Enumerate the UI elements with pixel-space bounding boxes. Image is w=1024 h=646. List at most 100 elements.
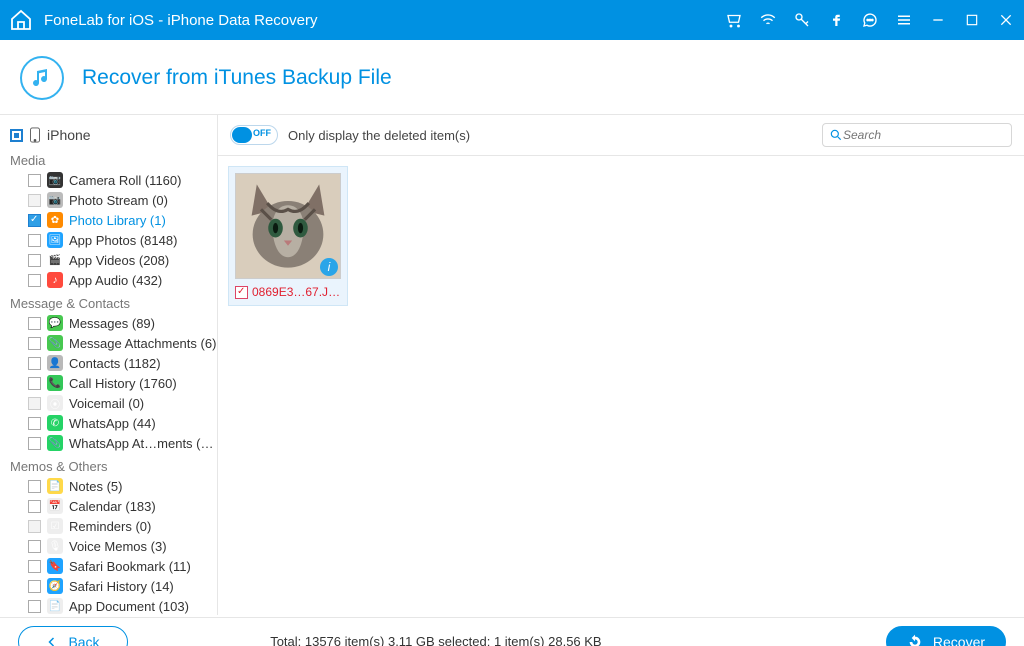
tree-item-checkbox[interactable]	[28, 397, 41, 410]
tree-item[interactable]: 📎Message Attachments (6)	[10, 333, 217, 353]
group-title: Media	[10, 147, 217, 170]
tree-item[interactable]: 📄 App Document (103)	[10, 596, 217, 615]
tree-item-checkbox[interactable]	[28, 580, 41, 593]
thumbnail-filename: 0869E3…67.JPG	[252, 285, 341, 299]
tree-item-checkbox[interactable]	[28, 480, 41, 493]
tree-item-checkbox[interactable]	[28, 417, 41, 430]
tree-item-checkbox[interactable]	[28, 560, 41, 573]
tree-item[interactable]: ⦿Voicemail (0)	[10, 393, 217, 413]
tree-item[interactable]: 👤Contacts (1182)	[10, 353, 217, 373]
window-title: FoneLab for iOS - iPhone Data Recovery	[44, 12, 724, 29]
tree-item-checkbox[interactable]	[28, 234, 41, 247]
page-title: Recover from iTunes Backup File	[82, 66, 392, 90]
search-icon	[829, 128, 843, 142]
search-input[interactable]	[843, 128, 1005, 142]
tree-item[interactable]: ✿ Photo Library (1)	[10, 210, 217, 230]
tree-item-checkbox[interactable]	[28, 254, 41, 267]
back-button[interactable]: Back	[18, 626, 128, 646]
tree-item-label: WhatsApp (44)	[69, 416, 156, 431]
tree-item-checkbox[interactable]	[28, 214, 41, 227]
device-label: iPhone	[47, 127, 91, 143]
group-title: Message & Contacts	[10, 290, 217, 313]
tree-item[interactable]: ☑Reminders (0)	[10, 516, 217, 536]
category-icon: 📷	[47, 172, 63, 188]
tree-item[interactable]: ✆WhatsApp (44)	[10, 413, 217, 433]
tree-item-label: App Photos (8148)	[69, 233, 177, 248]
tree-item[interactable]: 💬 Messages (89)	[10, 313, 217, 333]
recover-button[interactable]: Recover	[886, 626, 1006, 646]
minimize-icon[interactable]	[928, 10, 948, 30]
chat-icon[interactable]	[860, 10, 880, 30]
tree-item[interactable]: 🎬App Videos (208)	[10, 250, 217, 270]
tree-item-label: Voice Memos (3)	[69, 539, 167, 554]
tree-item-label: App Audio (432)	[69, 273, 162, 288]
cart-icon[interactable]	[724, 10, 744, 30]
tree-item-label: Safari Bookmark (11)	[69, 559, 191, 574]
tree-item[interactable]: 📄Notes (5)	[10, 476, 217, 496]
thumbnail[interactable]: i 0869E3…67.JPG	[228, 166, 348, 306]
tree-item-checkbox[interactable]	[28, 337, 41, 350]
tree-item-label: Camera Roll (1160)	[69, 173, 181, 188]
tree-item-checkbox[interactable]	[28, 357, 41, 370]
tree-item-checkbox[interactable]	[28, 317, 41, 330]
tree-item-checkbox[interactable]	[28, 540, 41, 553]
deleted-only-toggle[interactable]: OFF	[230, 125, 278, 145]
device-checkbox[interactable]	[10, 129, 23, 142]
group-title: Memos & Others	[10, 453, 217, 476]
wifi-icon[interactable]	[758, 10, 778, 30]
tree-item-label: Messages (89)	[69, 316, 155, 331]
tree-item-checkbox[interactable]	[28, 377, 41, 390]
tree-item-label: Contacts (1182)	[69, 356, 161, 371]
category-icon: 📄	[47, 598, 63, 614]
tree-item[interactable]: 📞Call History (1760)	[10, 373, 217, 393]
body: iPhone Media 📷 Camera Roll (1160) 📷Photo St…	[0, 115, 1024, 615]
tree-item-checkbox[interactable]	[28, 274, 41, 287]
footer: Back Total: 13576 item(s) 3.11 GB select…	[0, 617, 1024, 646]
tree-item-checkbox[interactable]	[28, 437, 41, 450]
facebook-icon[interactable]	[826, 10, 846, 30]
category-icon: 💬	[47, 315, 63, 331]
tree-item-checkbox[interactable]	[28, 174, 41, 187]
category-icon: 🎬	[47, 252, 63, 268]
toolbar: OFF Only display the deleted item(s)	[218, 115, 1024, 156]
tree-item-label: App Document (103)	[69, 599, 189, 614]
tree-item[interactable]: 🖼App Photos (8148)	[10, 230, 217, 250]
maximize-icon[interactable]	[962, 10, 982, 30]
thumbnail-image: i	[235, 173, 341, 279]
category-icon: ☑	[47, 518, 63, 534]
category-icon: ✿	[47, 212, 63, 228]
tree-item-checkbox[interactable]	[28, 500, 41, 513]
tree-item[interactable]: 🎙Voice Memos (3)	[10, 536, 217, 556]
category-icon: 🧭	[47, 578, 63, 594]
sidebar: iPhone Media 📷 Camera Roll (1160) 📷Photo St…	[0, 115, 218, 615]
category-icon: 📎	[47, 435, 63, 451]
info-icon[interactable]: i	[320, 258, 338, 276]
title-bar: FoneLab for iOS - iPhone Data Recovery	[0, 0, 1024, 40]
close-icon[interactable]	[996, 10, 1016, 30]
tree-item[interactable]: 📅Calendar (183)	[10, 496, 217, 516]
tree-item-checkbox[interactable]	[28, 194, 41, 207]
tree-item[interactable]: ♪ App Audio (432)	[10, 270, 217, 290]
device-row[interactable]: iPhone	[10, 123, 217, 147]
tree-item[interactable]: 🧭 Safari History (14)	[10, 576, 217, 596]
key-icon[interactable]	[792, 10, 812, 30]
phone-icon	[29, 127, 41, 143]
tree-item[interactable]: 📷 Camera Roll (1160)	[10, 170, 217, 190]
tree-item-checkbox[interactable]	[28, 520, 41, 533]
category-icon: 🔖	[47, 558, 63, 574]
thumbnail-checkbox[interactable]	[235, 286, 248, 299]
tree-item-checkbox[interactable]	[28, 600, 41, 613]
search-box[interactable]	[822, 123, 1012, 147]
tree-item-label: Message Attachments (6)	[69, 336, 216, 351]
menu-icon[interactable]	[894, 10, 914, 30]
tree-item-label: Voicemail (0)	[69, 396, 144, 411]
tree-item[interactable]: 🔖 Safari Bookmark (11)	[10, 556, 217, 576]
tree-item[interactable]: 📷Photo Stream (0)	[10, 190, 217, 210]
music-note-icon	[20, 56, 64, 100]
home-icon[interactable]	[8, 7, 34, 33]
tree-item[interactable]: 📎WhatsApp At…ments (227)	[10, 433, 217, 453]
category-icon: ♪	[47, 272, 63, 288]
tree-item-label: Photo Library (1)	[69, 213, 166, 228]
back-label: Back	[68, 634, 99, 646]
tree-item-label: Safari History (14)	[69, 579, 174, 594]
